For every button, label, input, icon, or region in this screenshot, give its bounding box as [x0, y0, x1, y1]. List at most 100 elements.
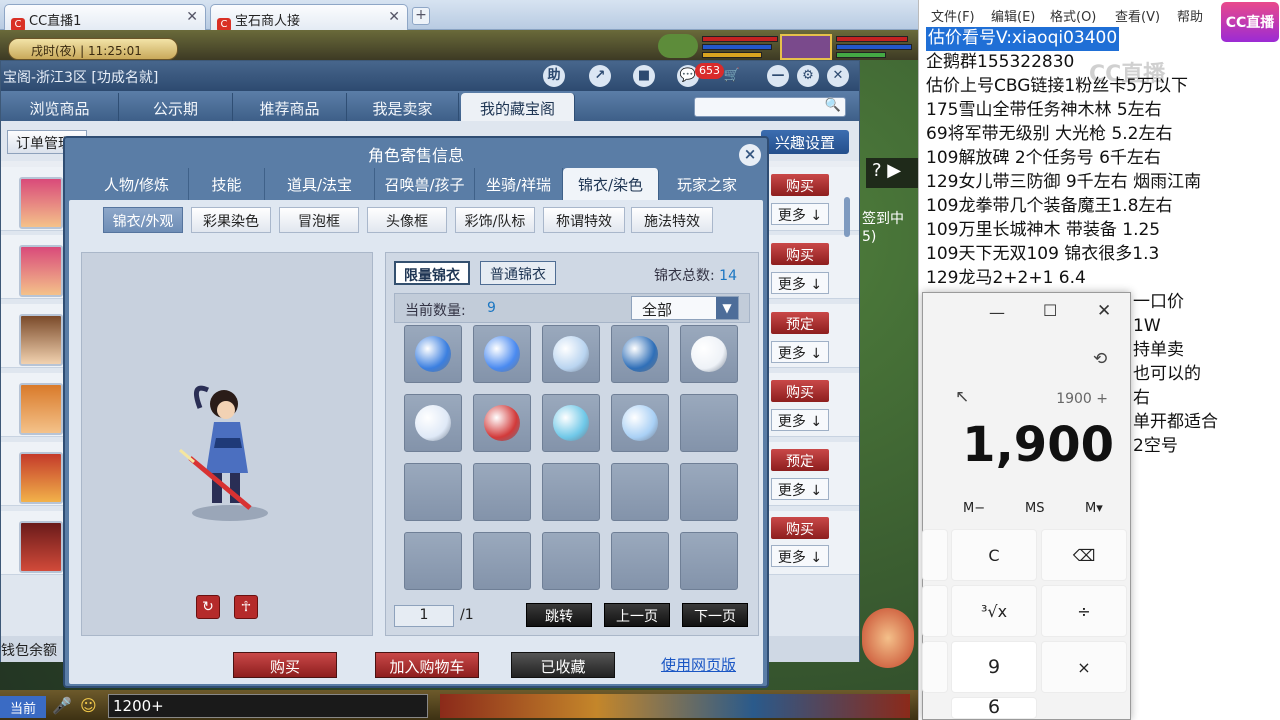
- outfit-item-crystal-wing[interactable]: [611, 394, 669, 452]
- minimize-button[interactable]: —: [767, 65, 789, 87]
- close-tab-icon[interactable]: ✕: [186, 9, 198, 25]
- subtab-avatar-frame[interactable]: 头像框: [367, 207, 447, 233]
- more-button[interactable]: 更多 ↓: [771, 478, 829, 500]
- outfit-item-ice-beast[interactable]: [542, 394, 600, 452]
- outfit-slot-empty[interactable]: [680, 532, 738, 590]
- digit-6-button[interactable]: 6: [951, 697, 1037, 719]
- buy-button[interactable]: 购买: [233, 652, 337, 678]
- action-icon[interactable]: ☥: [234, 595, 258, 619]
- shortcut-bar[interactable]: [440, 694, 910, 718]
- subtab-title-effect[interactable]: 称谓特效: [543, 207, 625, 233]
- tab-publicity[interactable]: 公示期: [119, 93, 233, 121]
- outfit-item-silver-swirl[interactable]: [542, 325, 600, 383]
- subtab-dye[interactable]: 彩果染色: [191, 207, 271, 233]
- search-input[interactable]: 🔍: [694, 97, 846, 117]
- chat-input[interactable]: 1200+: [108, 694, 428, 718]
- game-side-arrows[interactable]: ? ▶: [866, 158, 918, 188]
- cart-icon[interactable]: 🛒: [721, 65, 743, 87]
- buy-button[interactable]: 购买: [771, 174, 829, 196]
- close-window-button[interactable]: ✕: [827, 65, 849, 87]
- outfit-item-blue-robe[interactable]: [611, 325, 669, 383]
- close-tab-icon[interactable]: ✕: [388, 9, 400, 25]
- menu-view[interactable]: 查看(V): [1115, 6, 1160, 25]
- calc-key-blank[interactable]: [922, 641, 948, 693]
- history-icon[interactable]: ⟲: [1093, 349, 1107, 369]
- microphone-icon[interactable]: 🎤: [52, 696, 74, 718]
- browser-tab-gem-merchant[interactable]: C 宝石商人接 ✕: [210, 4, 408, 32]
- tab-pets[interactable]: 召唤兽/孩子: [375, 168, 475, 200]
- maximize-button[interactable]: ☐: [1043, 301, 1057, 320]
- calc-key-blank[interactable]: [922, 529, 948, 581]
- menu-help[interactable]: 帮助: [1177, 6, 1203, 25]
- tab-browse[interactable]: 浏览商品: [1, 93, 119, 121]
- more-button[interactable]: 更多 ↓: [771, 409, 829, 431]
- channel-current-button[interactable]: 当前: [0, 696, 46, 718]
- subtab-outfit-appearance[interactable]: 锦衣/外观: [103, 207, 183, 233]
- npc-portrait[interactable]: [862, 608, 914, 668]
- more-button[interactable]: 更多 ↓: [771, 545, 829, 567]
- outfit-slot-empty[interactable]: [611, 463, 669, 521]
- subtab-cast-effect[interactable]: 施法特效: [631, 207, 713, 233]
- share-button[interactable]: ↗: [589, 65, 611, 87]
- rotate-icon[interactable]: ↻: [196, 595, 220, 619]
- buy-button[interactable]: 购买: [771, 380, 829, 402]
- stop-button[interactable]: ■: [633, 65, 655, 87]
- close-dialog-button[interactable]: ×: [739, 144, 761, 166]
- jump-button[interactable]: 跳转: [526, 603, 592, 627]
- chevron-down-icon[interactable]: ▼: [716, 297, 738, 319]
- memory-store-button[interactable]: MS: [1025, 501, 1044, 516]
- subtab-bubble-frame[interactable]: 冒泡框: [279, 207, 359, 233]
- outfit-slot-empty[interactable]: [404, 463, 462, 521]
- filter-select[interactable]: 全部 ▼: [631, 296, 739, 320]
- favorited-button[interactable]: 已收藏: [511, 652, 615, 678]
- avatar[interactable]: [658, 34, 698, 58]
- cube-root-button[interactable]: ³√x: [951, 585, 1037, 637]
- menu-format[interactable]: 格式(O): [1050, 6, 1096, 25]
- outfit-slot-empty[interactable]: [611, 532, 669, 590]
- divide-button[interactable]: ÷: [1041, 585, 1127, 637]
- minimize-button[interactable]: —: [989, 303, 1005, 322]
- tab-home[interactable]: 玩家之家: [659, 168, 755, 200]
- reserve-button[interactable]: 预定: [771, 312, 829, 334]
- tab-seller[interactable]: 我是卖家: [347, 93, 459, 121]
- settings-button[interactable]: ⚙: [797, 65, 819, 87]
- tab-items[interactable]: 道具/法宝: [265, 168, 375, 200]
- buy-button[interactable]: 购买: [771, 243, 829, 265]
- clear-button[interactable]: C: [951, 529, 1037, 581]
- outfit-slot-empty[interactable]: [680, 463, 738, 521]
- calc-key-blank[interactable]: [922, 585, 948, 637]
- outfit-item-blue-wave[interactable]: [473, 325, 531, 383]
- pet-avatar[interactable]: [780, 34, 832, 60]
- tab-recommended[interactable]: 推荐商品: [233, 93, 347, 121]
- interest-settings-button[interactable]: 兴趣设置: [761, 130, 849, 154]
- next-page-button[interactable]: 下一页: [682, 603, 748, 627]
- limited-outfit-tab[interactable]: 限量锦衣: [394, 261, 470, 285]
- tab-mounts[interactable]: 坐骑/祥瑞: [475, 168, 563, 200]
- tab-character[interactable]: 人物/修炼: [85, 168, 189, 200]
- close-button[interactable]: ✕: [1097, 301, 1111, 321]
- outfit-slot-empty[interactable]: [542, 532, 600, 590]
- multiply-button[interactable]: ×: [1041, 641, 1127, 693]
- menu-edit[interactable]: 编辑(E): [991, 6, 1035, 25]
- outfit-item-white-dress[interactable]: [404, 394, 462, 452]
- scrollbar[interactable]: [844, 197, 850, 237]
- tab-outfits[interactable]: 锦衣/染色: [563, 168, 659, 200]
- subtab-team-badge[interactable]: 彩饰/队标: [455, 207, 535, 233]
- memory-menu-button[interactable]: M▾: [1085, 501, 1103, 516]
- emoji-icon[interactable]: ☺: [80, 696, 102, 718]
- tab-skills[interactable]: 技能: [189, 168, 265, 200]
- normal-outfit-tab[interactable]: 普通锦衣: [480, 261, 556, 285]
- outfit-slot-empty[interactable]: [473, 463, 531, 521]
- outfit-item-blue-swirl[interactable]: [404, 325, 462, 383]
- outfit-slot-empty[interactable]: [542, 463, 600, 521]
- reserve-button[interactable]: 预定: [771, 449, 829, 471]
- more-button[interactable]: 更多 ↓: [771, 341, 829, 363]
- web-version-link[interactable]: 使用网页版: [661, 654, 736, 675]
- digit-9-button[interactable]: 9: [951, 641, 1037, 693]
- backspace-button[interactable]: ⌫: [1041, 529, 1127, 581]
- more-button[interactable]: 更多 ↓: [771, 203, 829, 225]
- menu-file[interactable]: 文件(F): [931, 6, 975, 25]
- outfit-slot-empty[interactable]: [404, 532, 462, 590]
- prev-page-button[interactable]: 上一页: [604, 603, 670, 627]
- help-button[interactable]: 助: [543, 65, 565, 87]
